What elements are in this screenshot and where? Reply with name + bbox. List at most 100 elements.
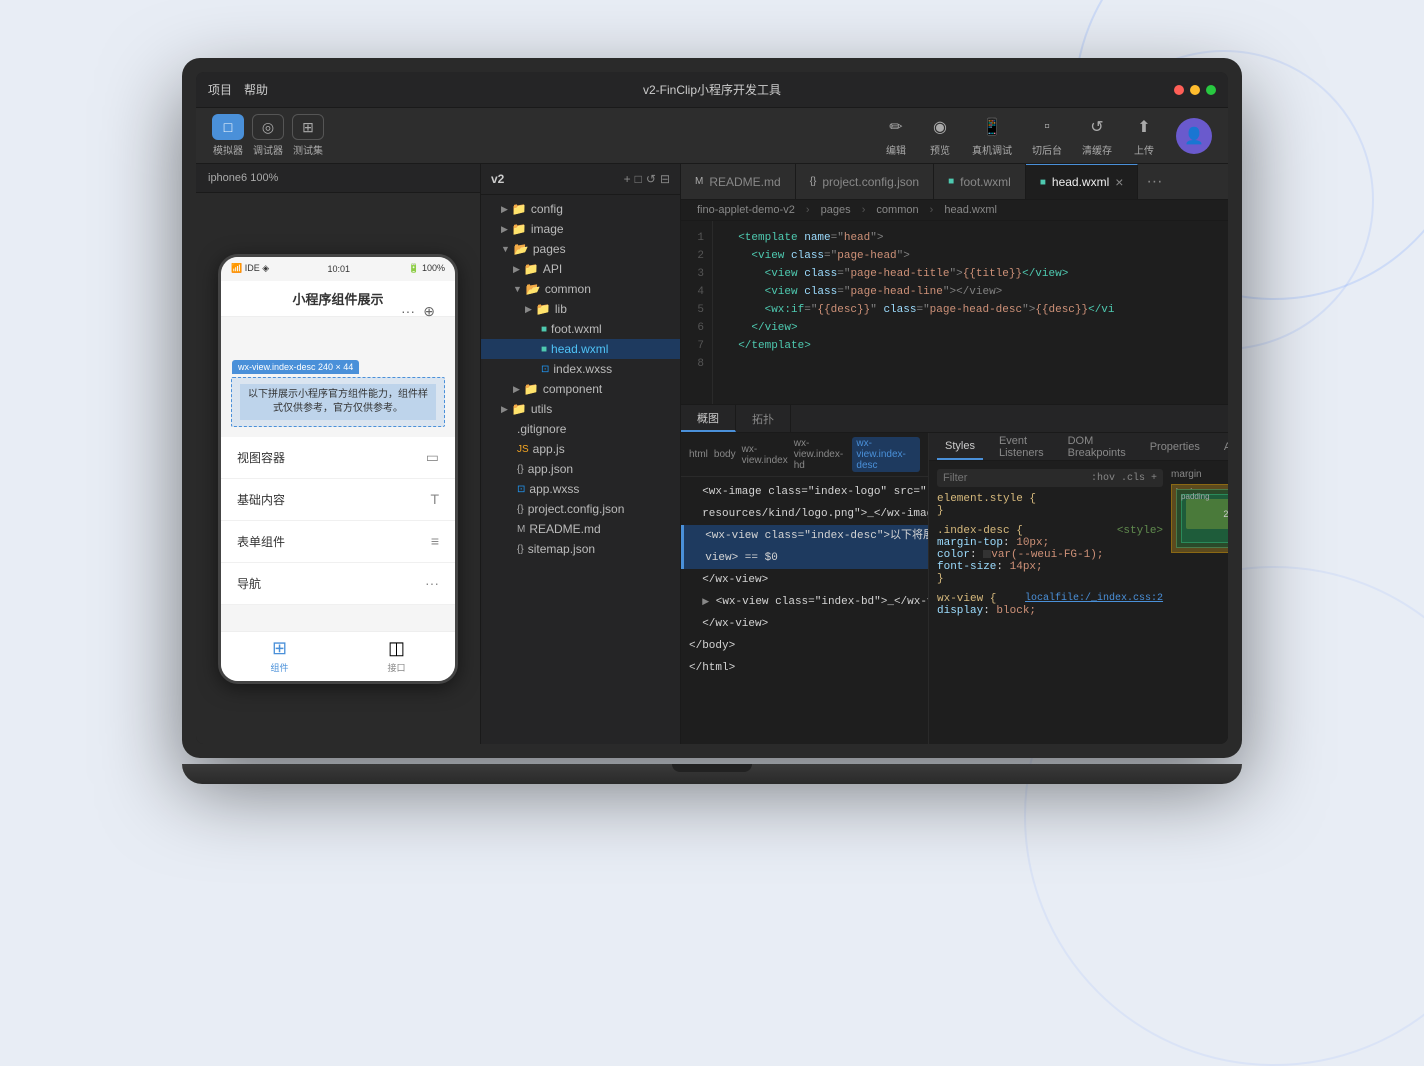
menu-project[interactable]: 项目 bbox=[208, 81, 232, 98]
file-tree-project-config[interactable]: {} project.config.json bbox=[481, 499, 680, 519]
edit-action[interactable]: ✏ 编辑 bbox=[884, 115, 908, 157]
file-tree-app-json[interactable]: {} app.json bbox=[481, 459, 680, 479]
cls-tag[interactable]: .cls bbox=[1121, 473, 1145, 484]
line-num-1: 1 bbox=[681, 229, 712, 247]
debugger-label: 调试器 bbox=[253, 142, 283, 157]
file-tree-app-js[interactable]: JS app.js bbox=[481, 439, 680, 459]
menu-help[interactable]: 帮助 bbox=[244, 81, 268, 98]
file-name: API bbox=[543, 262, 562, 276]
nav-close[interactable]: ⊕ bbox=[423, 303, 435, 320]
device-debug-icon: 📱 bbox=[980, 115, 1004, 139]
avatar-icon: 👤 bbox=[1184, 126, 1204, 146]
phone-tab-api[interactable]: ◫ 接口 bbox=[338, 632, 455, 681]
breadcrumb-item-1: pages bbox=[821, 204, 851, 216]
styles-tab-dom[interactable]: DOM Breakpoints bbox=[1060, 433, 1134, 460]
nav-dots[interactable]: ··· bbox=[401, 303, 415, 319]
box-bottom-val: - bbox=[1186, 529, 1228, 538]
file-tree-pages[interactable]: ▼ 📂 pages bbox=[481, 239, 680, 259]
chevron-down-icon: ▼ bbox=[513, 284, 522, 294]
bottom-panel-header: 概图 拓扑 bbox=[681, 405, 1228, 433]
tab-readme[interactable]: M README.md bbox=[681, 164, 796, 199]
file-tree-foot-wxml[interactable]: ■ foot.wxml bbox=[481, 319, 680, 339]
menu-item-nav[interactable]: 导航 ··· bbox=[221, 563, 455, 605]
hov-tag[interactable]: :hov bbox=[1091, 473, 1115, 484]
background-label: 切后台 bbox=[1032, 142, 1062, 157]
css-source-style: <style> bbox=[1117, 525, 1163, 537]
file-tree-image[interactable]: ▶ 📁 image bbox=[481, 219, 680, 239]
folder-icon: 📂 bbox=[514, 242, 529, 256]
file-tree-sitemap[interactable]: {} sitemap.json bbox=[481, 539, 680, 559]
avatar[interactable]: 👤 bbox=[1176, 118, 1212, 154]
menu-item-form[interactable]: 表单组件 ≡ bbox=[221, 521, 455, 563]
styles-tab-accessibility[interactable]: Accessibility bbox=[1216, 433, 1228, 460]
file-tree-head-wxml[interactable]: ■ head.wxml bbox=[481, 339, 680, 359]
folder-icon: 📁 bbox=[536, 302, 551, 316]
window-close-button[interactable] bbox=[1174, 85, 1184, 95]
simulator-label: 模拟器 bbox=[213, 142, 243, 157]
dom-bc-body[interactable]: body bbox=[714, 449, 736, 460]
punct: =" bbox=[916, 304, 929, 316]
padding-label: padding bbox=[1181, 492, 1209, 501]
panel-tab-overview[interactable]: 概图 bbox=[681, 405, 736, 432]
tab-project-config[interactable]: {} project.config.json bbox=[796, 164, 934, 199]
new-folder-icon[interactable]: □ bbox=[635, 172, 642, 186]
panel-tab-topology[interactable]: 拓扑 bbox=[736, 405, 791, 432]
dom-bc-wx-view-desc[interactable]: wx-view.index-desc bbox=[852, 437, 920, 472]
css-prop-font-size: font-size: 14px; bbox=[937, 561, 1163, 573]
tab-foot-wxml[interactable]: ■ foot.wxml bbox=[934, 164, 1026, 199]
menu-item-basic[interactable]: 基础内容 T bbox=[221, 479, 455, 521]
background-action[interactable]: ▫ 切后台 bbox=[1032, 115, 1062, 157]
box-model-header: margin 10 bbox=[1171, 469, 1228, 480]
code-content[interactable]: <template name="head"> <view class="page… bbox=[713, 221, 1228, 404]
clear-cache-action[interactable]: ↺ 清缓存 bbox=[1082, 115, 1112, 157]
code-line-5: <wx:if="{{desc}}" class="page-head-desc"… bbox=[725, 301, 1216, 319]
new-file-icon[interactable]: + bbox=[624, 172, 631, 186]
wxss-icon: ⊡ bbox=[541, 364, 549, 375]
file-tree-component[interactable]: ▶ 📁 component bbox=[481, 379, 680, 399]
file-tree-readme[interactable]: M README.md bbox=[481, 519, 680, 539]
window-minimize-button[interactable] bbox=[1190, 85, 1200, 95]
testset-button[interactable]: ⊞ 测试集 bbox=[292, 114, 324, 157]
phone-mockup: 📶 IDE ◈ 10:01 🔋 100% 小程序组件展示 ··· ⊕ bbox=[218, 254, 458, 684]
upload-action[interactable]: ⬆ 上传 bbox=[1132, 115, 1156, 157]
preview-action[interactable]: ◉ 预览 bbox=[928, 115, 952, 157]
refresh-icon[interactable]: ↺ bbox=[646, 172, 656, 186]
styles-tab-event[interactable]: Event Listeners bbox=[991, 433, 1052, 460]
add-icon[interactable]: + bbox=[1151, 473, 1157, 484]
menu-item-icon-3: ··· bbox=[425, 575, 439, 591]
device-debug-action[interactable]: 📱 真机调试 bbox=[972, 115, 1012, 157]
file-tree-utils[interactable]: ▶ 📁 utils bbox=[481, 399, 680, 419]
dom-line-8: </html> bbox=[681, 657, 928, 679]
dom-bc-wx-view-hd[interactable]: wx-view.index-hd bbox=[794, 438, 847, 471]
debugger-button[interactable]: ◎ 调试器 bbox=[252, 114, 284, 157]
dom-bc-html[interactable]: html bbox=[689, 449, 708, 460]
styles-tab-properties[interactable]: Properties bbox=[1142, 433, 1208, 460]
str-head: head bbox=[844, 232, 870, 244]
tab-head-wxml[interactable]: ■ head.wxml × bbox=[1026, 164, 1139, 199]
styles-tab-styles[interactable]: Styles bbox=[937, 433, 983, 460]
file-tree-config[interactable]: ▶ 📁 config bbox=[481, 199, 680, 219]
file-tree-index-wxss[interactable]: ⊡ index.wxss bbox=[481, 359, 680, 379]
collapse-icon[interactable]: ⊟ bbox=[660, 172, 670, 186]
testset-label: 测试集 bbox=[293, 142, 323, 157]
css-source-link[interactable]: localfile:/_index.css:2 bbox=[1025, 593, 1163, 605]
dom-bc-wx-view[interactable]: wx-view.index bbox=[742, 444, 788, 466]
background-icon: ▫ bbox=[1035, 115, 1059, 139]
window-maximize-button[interactable] bbox=[1206, 85, 1216, 95]
css-rule-wx-view: wx-view { localfile:/_index.css:2 displa… bbox=[937, 593, 1163, 617]
more-tabs-icon[interactable]: ··· bbox=[1138, 173, 1170, 191]
main-area: iphone6 100% 📶 IDE ◈ 10:01 🔋 100% bbox=[196, 164, 1228, 744]
file-tree-api[interactable]: ▶ 📁 API bbox=[481, 259, 680, 279]
punct: "> bbox=[1022, 304, 1035, 316]
laptop-screen: 项目 帮助 v2-FinClip小程序开发工具 □ bbox=[196, 72, 1228, 744]
filter-input[interactable] bbox=[943, 472, 1085, 484]
tab-close-icon[interactable]: × bbox=[1115, 175, 1123, 189]
menu-item-view[interactable]: 视图容器 ▭ bbox=[221, 437, 455, 479]
file-tree-gitignore[interactable]: .gitignore bbox=[481, 419, 680, 439]
file-tree-common[interactable]: ▼ 📂 common bbox=[481, 279, 680, 299]
phone-tab-component[interactable]: ⊞ 组件 bbox=[221, 632, 338, 681]
file-tree-lib[interactable]: ▶ 📁 lib bbox=[481, 299, 680, 319]
file-tree-app-wxss[interactable]: ⊡ app.wxss bbox=[481, 479, 680, 499]
file-name: utils bbox=[531, 402, 552, 416]
simulator-button[interactable]: □ 模拟器 bbox=[212, 114, 244, 157]
